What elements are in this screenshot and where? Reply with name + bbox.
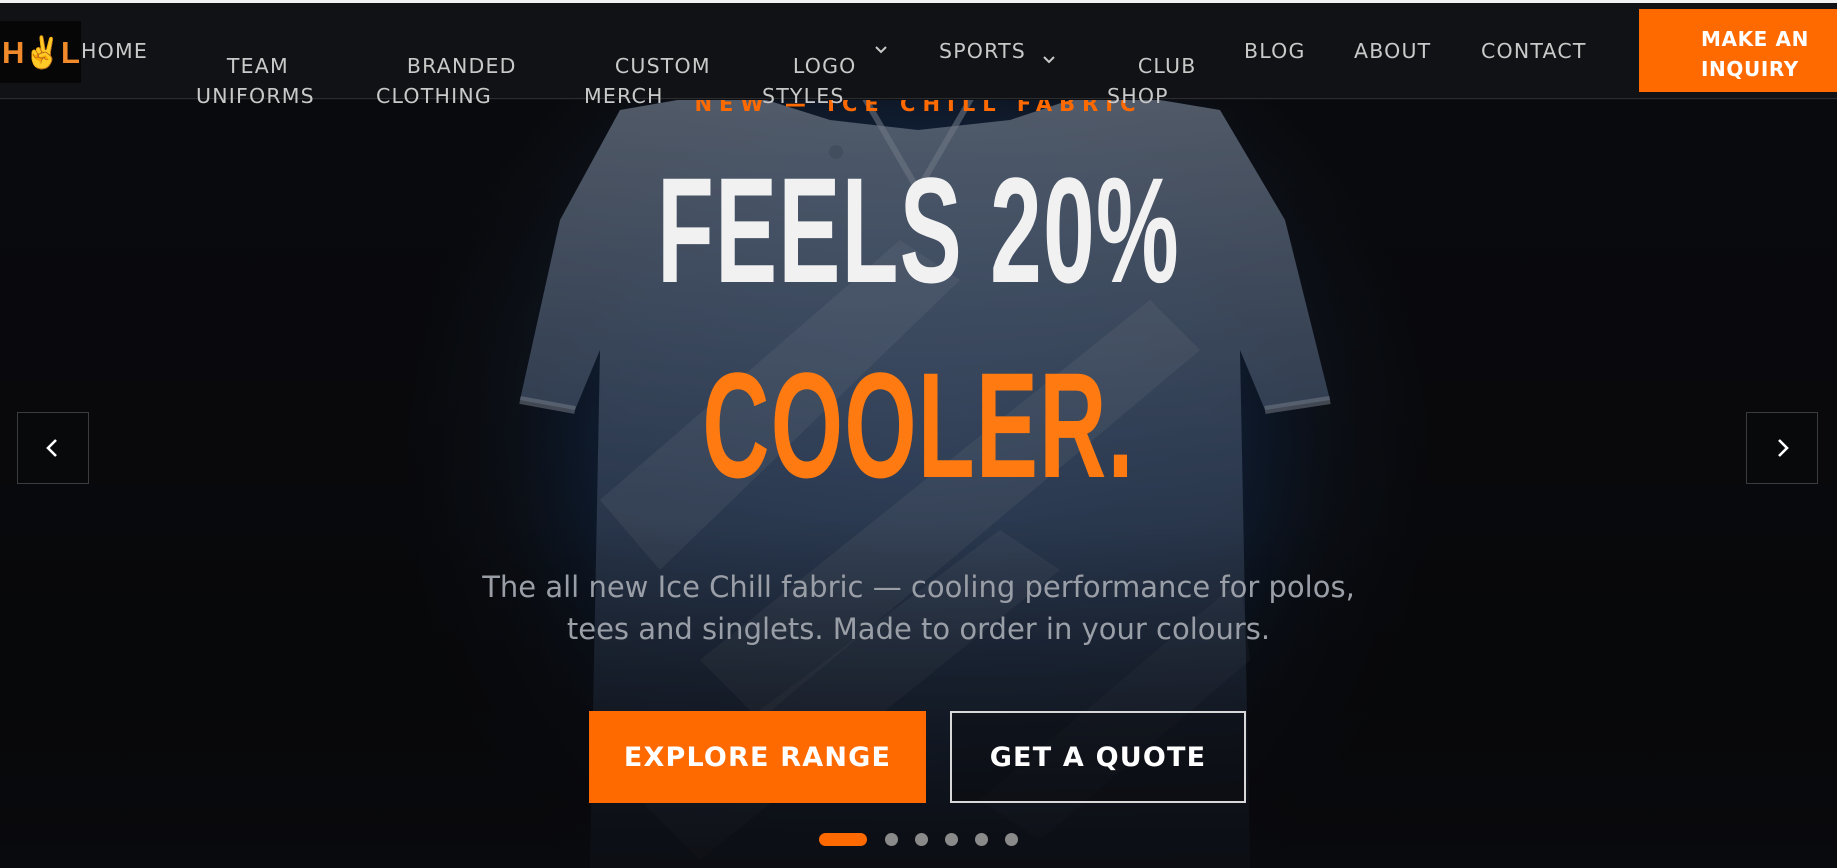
explore-range-button[interactable]: EXPLORE RANGE: [589, 711, 926, 803]
nav-item-label: SPORTS: [939, 39, 1026, 63]
nav-item-custom-merch[interactable]: CUSTOM MERCH: [584, 21, 711, 141]
nav-item-label: ABOUT: [1354, 39, 1432, 63]
slider-next-button[interactable]: [1746, 412, 1818, 484]
slider-dot-2[interactable]: [885, 833, 898, 846]
slider-prev-button[interactable]: [17, 412, 89, 484]
nav-item-sports[interactable]: SPORTS: [939, 36, 1056, 66]
hero-subtitle-line-2: tees and singlets. Made to order in your…: [566, 612, 1271, 646]
chevron-down-icon[interactable]: [874, 41, 888, 60]
slider-dot-4[interactable]: [945, 833, 958, 846]
nav-item-logo-styles[interactable]: LOGO STYLES: [762, 21, 857, 141]
nav-item-label: CONTACT: [1481, 39, 1587, 63]
slider-dot-6[interactable]: [1005, 833, 1018, 846]
nav-item-label: LOGO STYLES: [762, 54, 857, 108]
nav-item-blog[interactable]: BLOG: [1244, 36, 1306, 66]
cta-line-1: MAKE AN: [1701, 27, 1809, 51]
nav-item-label: BLOG: [1244, 39, 1306, 63]
brand-logo[interactable]: H✌L: [0, 21, 81, 83]
nav-item-team-uniforms[interactable]: TEAM UNIFORMS: [196, 21, 315, 141]
slider-dot-3[interactable]: [915, 833, 928, 846]
chevron-down-icon: [1042, 45, 1056, 64]
chevron-right-icon: [1778, 439, 1789, 457]
hero-slider: NEW — ICE CHILL FABRIC FEELS 20% COOLER.…: [0, 100, 1837, 868]
nav-item-label: BRANDED CLOTHING: [376, 54, 517, 108]
cta-line-2: INQUIRY: [1701, 57, 1799, 81]
nav-item-home[interactable]: HOME: [81, 36, 148, 66]
logo-text: H✌L: [2, 34, 80, 70]
slider-dot-5[interactable]: [975, 833, 988, 846]
main-navigation: H✌L HOME TEAM UNIFORMS BRANDED CLOTHING …: [0, 3, 1837, 108]
get-a-quote-button[interactable]: GET A QUOTE: [950, 711, 1246, 803]
chevron-left-icon: [46, 439, 57, 457]
hero-headline-line-1: FEELS 20%: [657, 146, 1180, 314]
nav-item-branded-clothing[interactable]: BRANDED CLOTHING: [376, 21, 517, 141]
hero-subtitle: The all new Ice Chill fabric — cooling p…: [0, 566, 1837, 650]
nav-item-about[interactable]: ABOUT: [1354, 36, 1431, 66]
nav-item-label: TEAM UNIFORMS: [196, 54, 315, 108]
hero-headline-line-2: COOLER.: [702, 341, 1135, 509]
nav-item-label: CUSTOM MERCH: [584, 54, 711, 108]
nav-item-label: HOME: [81, 39, 148, 63]
make-an-inquiry-button[interactable]: MAKE AN INQUIRY: [1639, 9, 1837, 92]
nav-item-contact[interactable]: CONTACT: [1481, 36, 1587, 66]
slider-dot-1[interactable]: [819, 833, 867, 846]
nav-item-label: CLUB SHOP: [1107, 54, 1197, 108]
hero-subtitle-line-1: The all new Ice Chill fabric — cooling p…: [482, 570, 1355, 604]
nav-item-club-shop[interactable]: CLUB SHOP: [1107, 21, 1196, 141]
